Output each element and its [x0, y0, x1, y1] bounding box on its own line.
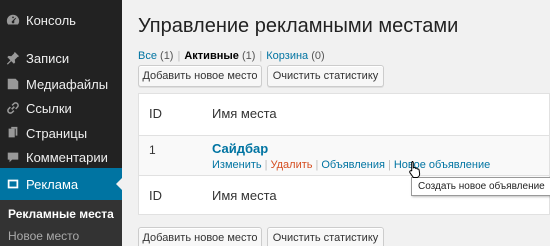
sidebar-item-ads[interactable]: Реклама [0, 168, 123, 200]
sidebar-item-label: Комментарии [26, 149, 108, 165]
admin-sidebar: Консоль Записи Медиафайлы Ссылки Страниц… [0, 0, 123, 246]
table-header: ID Имя места [139, 94, 549, 135]
filter-separator: | [259, 50, 263, 62]
sidebar-item-console[interactable]: Консоль [0, 4, 122, 36]
new-ad-tooltip: Создать новое объявление [411, 177, 550, 196]
dashboard-icon [0, 13, 26, 27]
filter-active[interactable]: Активные [184, 50, 239, 62]
comment-icon [0, 150, 26, 164]
add-place-button-bottom[interactable]: Добавить новое место [138, 227, 262, 246]
action-separator: | [387, 159, 391, 171]
sidebar-item-label: Страницы [26, 125, 88, 141]
action-separator: | [264, 159, 268, 171]
clear-stats-button-top[interactable]: Очистить статистику [267, 65, 384, 87]
action-separator: | [315, 159, 319, 171]
column-header-name[interactable]: Имя места [212, 106, 277, 121]
row-action-edit[interactable]: Изменить [212, 159, 262, 171]
ads-submenu: Рекламные места Новое место [0, 200, 122, 246]
filter-separator: | [177, 50, 181, 62]
column-header-id[interactable]: ID [149, 106, 162, 121]
table-row: 1 Сайдбар Изменить | Удалить | Объявления | Но… [139, 135, 549, 176]
hand-cursor-icon [409, 161, 421, 178]
filter-trash-count: (0) [311, 50, 325, 62]
filter-all-count: (1) [160, 50, 174, 62]
row-title-link[interactable]: Сайдбар [212, 141, 268, 156]
row-action-ads[interactable]: Объявления [321, 159, 385, 171]
add-place-button-top[interactable]: Добавить новое место [138, 65, 262, 87]
page-title: Управление рекламными местами [138, 15, 459, 37]
column-footer-name[interactable]: Имя места [212, 188, 277, 203]
sidebar-item-label: Медиафайлы [26, 76, 109, 92]
filter-trash[interactable]: Корзина [266, 50, 308, 62]
clear-stats-button-bottom[interactable]: Очистить статистику [267, 227, 384, 246]
submenu-item-new-place[interactable]: Новое место [8, 229, 79, 243]
link-icon [0, 101, 26, 115]
status-filters: Все (1) | Активные (1) | Корзина (0) [138, 50, 325, 62]
row-actions: Изменить | Удалить | Объявления | Новое объявл… [212, 159, 490, 171]
column-footer-id[interactable]: ID [149, 188, 162, 203]
sidebar-item-label: Консоль [26, 12, 76, 28]
ad-icon [0, 177, 26, 191]
media-icon [0, 77, 26, 91]
sidebar-item-label: Записи [26, 50, 70, 66]
main-content: Управление рекламными местами Все (1) | Ак… [122, 0, 550, 246]
pin-icon [0, 51, 26, 65]
sidebar-item-label: Ссылки [26, 100, 72, 116]
submenu-item-ad-places[interactable]: Рекламные места [8, 207, 114, 221]
row-action-delete[interactable]: Удалить [270, 159, 312, 171]
places-table: ID Имя места 1 Сайдбар Изменить | Удалить |… [138, 93, 550, 215]
sidebar-item-label: Реклама [26, 176, 79, 192]
row-id: 1 [149, 143, 156, 157]
page-icon [0, 126, 26, 140]
filter-all[interactable]: Все [138, 50, 157, 62]
filter-active-count: (1) [241, 50, 256, 62]
